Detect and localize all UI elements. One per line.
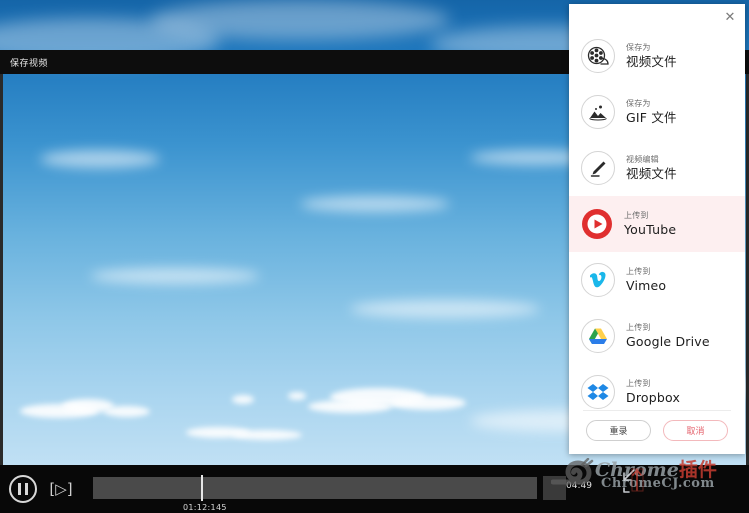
frame-edge-left	[0, 74, 3, 465]
option-sub-label: 上传到	[626, 323, 651, 332]
option-label-group: 上传到 Google Drive	[626, 322, 710, 350]
pause-bar-left	[18, 483, 21, 495]
timeline-end-thumb	[543, 476, 566, 500]
pause-icon[interactable]	[9, 475, 37, 503]
timeline-scrubber[interactable]	[93, 475, 537, 501]
option-main-label: YouTube	[624, 222, 677, 237]
dropbox-icon	[581, 375, 615, 409]
option-edit-video-file[interactable]: 视频编辑 视频文件	[569, 140, 745, 196]
option-label-group: 上传到 Vimeo	[626, 266, 666, 294]
option-main-label: 视频文件	[626, 54, 677, 69]
panel-divider	[583, 410, 731, 411]
option-label-group: 上传到 Dropbox	[626, 378, 680, 406]
youtube-icon	[581, 208, 613, 240]
player-controls: [▷] 01:12:145 04:49	[0, 465, 749, 513]
window-title: 保存视频	[10, 58, 49, 69]
option-save-gif-file[interactable]: 保存为 GIF 文件	[569, 84, 745, 140]
option-sub-label: 上传到	[626, 379, 651, 388]
pause-bar-right	[25, 483, 28, 495]
google-drive-icon	[581, 319, 615, 353]
close-icon[interactable]: ✕	[722, 10, 738, 26]
step-forward-icon[interactable]: [▷]	[46, 478, 76, 500]
option-upload-youtube[interactable]: 上传到 YouTube	[569, 196, 745, 252]
option-label-group: 保存为 视频文件	[626, 42, 677, 70]
panel-action-buttons: 重录 取消	[569, 420, 745, 441]
current-time-label: 01:12:145	[183, 503, 227, 512]
timeline-playhead[interactable]	[201, 475, 203, 501]
option-main-label: Google Drive	[626, 334, 710, 349]
save-options-list: 保存为 视频文件 保存为 GIF 文件 视频编辑 视频文件 上传到 YouTub…	[569, 28, 745, 420]
pencil-edit-icon	[581, 151, 615, 185]
option-main-label: Dropbox	[626, 390, 681, 405]
option-save-video-file[interactable]: 保存为 视频文件	[569, 28, 745, 84]
option-upload-google-drive[interactable]: 上传到 Google Drive	[569, 308, 745, 364]
rerecord-button[interactable]: 重录	[586, 420, 651, 441]
option-sub-label: 视频编辑	[626, 155, 659, 164]
total-time-label: 04:49	[566, 481, 592, 491]
app-screen: 保存视频 [▷] 01:12:145 04:49 Chrome插件 Chrome…	[0, 0, 749, 513]
film-reel-icon	[581, 39, 615, 73]
option-sub-label: 保存为	[626, 99, 651, 108]
option-label-group: 上传到 YouTube	[624, 210, 676, 238]
option-label-group: 视频编辑 视频文件	[626, 154, 677, 182]
option-main-label: 视频文件	[626, 166, 677, 181]
option-sub-label: 上传到	[626, 267, 651, 276]
option-sub-label: 保存为	[626, 43, 651, 52]
option-main-label: Vimeo	[626, 278, 667, 293]
option-upload-dropbox[interactable]: 上传到 Dropbox	[569, 364, 745, 420]
option-label-group: 保存为 GIF 文件	[626, 98, 677, 126]
cancel-button[interactable]: 取消	[663, 420, 728, 441]
save-options-panel: ✕ 保存为 视频文件 保存为 GIF 文件 视频编辑 视频文件 上传到 YouT…	[569, 4, 745, 454]
option-sub-label: 上传到	[624, 211, 649, 220]
vimeo-icon	[581, 263, 615, 297]
option-main-label: GIF 文件	[626, 110, 677, 125]
option-upload-vimeo[interactable]: 上传到 Vimeo	[569, 252, 745, 308]
image-landscape-icon	[581, 95, 615, 129]
